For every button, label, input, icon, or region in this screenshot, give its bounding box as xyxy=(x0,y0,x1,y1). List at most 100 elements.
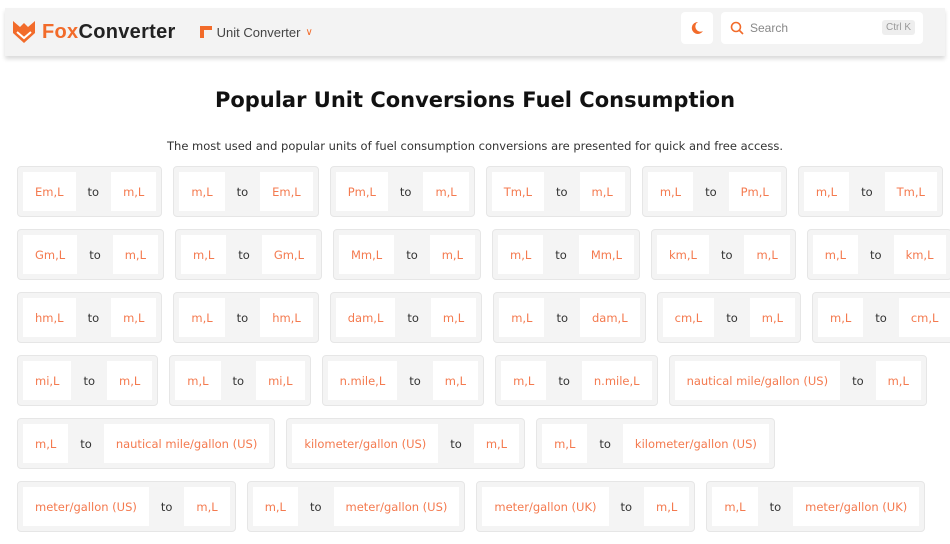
theme-toggle-button[interactable] xyxy=(681,12,713,44)
conversion-link[interactable]: m,L to n.mile,L xyxy=(495,355,658,406)
to-unit: nautical mile/gallon (US) xyxy=(103,424,270,463)
to-unit: kilometer/gallon (US) xyxy=(622,424,769,463)
search-placeholder: Search xyxy=(750,21,789,35)
to-label: to xyxy=(861,184,873,199)
conversion-link[interactable]: m,L to hm,L xyxy=(173,292,319,343)
logo[interactable]: FoxConverter xyxy=(11,19,176,45)
to-label: to xyxy=(875,310,887,325)
conversion-link[interactable]: Mm,L to m,L xyxy=(333,229,481,280)
conversion-link[interactable]: m,L to nautical mile/gallon (US) xyxy=(17,418,276,469)
to-label: to xyxy=(89,247,101,262)
to-unit: Gm,L xyxy=(261,235,316,274)
to-label: to xyxy=(720,247,733,262)
conversion-link[interactable]: Tm,L to m,L xyxy=(485,166,631,217)
to-unit: m,L xyxy=(107,361,153,400)
to-unit: m,L xyxy=(744,235,790,274)
conversion-link[interactable]: m,L to Em,L xyxy=(173,166,319,217)
conversion-link[interactable]: hm,L to m,L xyxy=(17,292,163,343)
moon-icon xyxy=(691,21,703,34)
from-unit: m,L xyxy=(252,487,298,526)
conversion-link[interactable]: m,L to Pm,L xyxy=(641,166,787,217)
search-input[interactable]: Search Ctrl K xyxy=(721,12,923,44)
conversion-link[interactable]: m,L to cm,L xyxy=(812,292,950,343)
from-unit: meter/gallon (UK) xyxy=(482,487,609,526)
to-label: to xyxy=(870,247,882,262)
to-label: to xyxy=(83,373,96,388)
conversion-link[interactable]: m,L to Mm,L xyxy=(492,229,640,280)
from-unit: m,L xyxy=(23,424,69,463)
to-label: to xyxy=(309,499,322,514)
conversion-grid: Em,L to m,L m,L to Em,L Pm,L to m,L Tm,L to m,L m,L t… xyxy=(17,166,950,544)
to-label: to xyxy=(705,184,717,199)
conversion-link[interactable]: m,L to dam,L xyxy=(493,292,646,343)
to-unit: m,L xyxy=(432,361,479,400)
to-label: to xyxy=(558,373,570,388)
conversion-link[interactable]: m,L to km,L xyxy=(806,229,950,280)
to-label: to xyxy=(620,499,633,514)
from-unit: n.mile,L xyxy=(327,361,398,400)
to-unit: m,L xyxy=(579,172,625,211)
conversion-link[interactable]: n.mile,L to m,L xyxy=(321,355,485,406)
from-unit: Gm,L xyxy=(23,235,78,274)
to-label: to xyxy=(556,310,568,325)
nav-label: Unit Converter xyxy=(216,24,301,40)
to-label: to xyxy=(556,184,568,199)
from-unit: m,L xyxy=(803,172,850,211)
to-label: to xyxy=(852,373,864,388)
to-label: to xyxy=(409,373,421,388)
to-label: to xyxy=(238,247,250,262)
to-label: to xyxy=(87,184,100,199)
conversion-link[interactable]: m,L to Tm,L xyxy=(797,166,943,217)
to-unit: Em,L xyxy=(260,172,313,211)
conversion-row: Gm,L to m,L m,L to Gm,L Mm,L to m,L m,L to Mm,L km,L… xyxy=(17,229,950,280)
to-label: to xyxy=(407,310,419,325)
fox-logo-icon xyxy=(13,21,35,43)
to-unit: Tm,L xyxy=(884,172,937,211)
conversion-link[interactable]: mi,L to m,L xyxy=(17,355,159,406)
conversion-link[interactable]: Gm,L to m,L xyxy=(17,229,164,280)
conversion-link[interactable]: km,L to m,L xyxy=(651,229,796,280)
conversion-row: mi,L to m,L m,L to mi,L n.mile,L to m,L m,L to n.mi… xyxy=(17,355,937,406)
to-unit: hm,L xyxy=(260,298,313,337)
conversion-link[interactable]: meter/gallon (US) to m,L xyxy=(17,481,236,532)
conversion-link[interactable]: m,L to Gm,L xyxy=(175,229,322,280)
from-unit: m,L xyxy=(812,235,859,274)
chevron-down-icon: ∨ xyxy=(305,26,313,38)
to-label: to xyxy=(87,310,100,325)
from-unit: m,L xyxy=(499,298,545,337)
to-unit: km,L xyxy=(893,235,946,274)
brand-name: FoxConverter xyxy=(42,20,176,43)
header: FoxConverter Unit Converter ∨ Search Ctr… xyxy=(5,8,945,56)
conversion-link[interactable]: Pm,L to m,L xyxy=(329,166,475,217)
to-unit: m,L xyxy=(111,172,157,211)
conversion-row: hm,L to m,L m,L to hm,L dam,L to m,L m,L to dam,L cm… xyxy=(17,292,950,343)
to-label: to xyxy=(555,247,567,262)
conversion-link[interactable]: cm,L to m,L xyxy=(656,292,802,343)
from-unit: m,L xyxy=(542,424,588,463)
conversion-link[interactable]: m,L to mi,L xyxy=(169,355,311,406)
to-unit: Mm,L xyxy=(578,235,634,274)
to-unit: dam,L xyxy=(580,298,640,337)
from-unit: Pm,L xyxy=(335,172,388,211)
conversion-row: m,L to nautical mile/gallon (US) kilometer/… xyxy=(17,418,937,469)
conversion-link[interactable]: meter/gallon (UK) to m,L xyxy=(476,481,696,532)
to-unit: Pm,L xyxy=(728,172,781,211)
from-unit: m,L xyxy=(712,487,758,526)
to-unit: m,L xyxy=(644,487,690,526)
from-unit: m,L xyxy=(818,298,864,337)
to-unit: m,L xyxy=(429,235,475,274)
conversion-link[interactable]: nautical mile/gallon (US) to m,L xyxy=(668,355,927,406)
conversion-link[interactable]: m,L to meter/gallon (UK) xyxy=(706,481,926,532)
conversion-link[interactable]: kilometer/gallon (US) to m,L xyxy=(286,418,526,469)
to-label: to xyxy=(160,499,173,514)
to-unit: m,L xyxy=(423,172,469,211)
from-unit: m,L xyxy=(179,172,225,211)
conversion-link[interactable]: m,L to meter/gallon (US) xyxy=(246,481,466,532)
conversion-link[interactable]: Em,L to m,L xyxy=(17,166,163,217)
from-unit: kilometer/gallon (US) xyxy=(292,424,439,463)
to-label: to xyxy=(406,247,418,262)
unit-converter-menu[interactable]: Unit Converter ∨ xyxy=(199,24,313,40)
conversion-link[interactable]: m,L to kilometer/gallon (US) xyxy=(536,418,775,469)
conversion-link[interactable]: dam,L to m,L xyxy=(329,292,483,343)
to-unit: meter/gallon (US) xyxy=(333,487,460,526)
